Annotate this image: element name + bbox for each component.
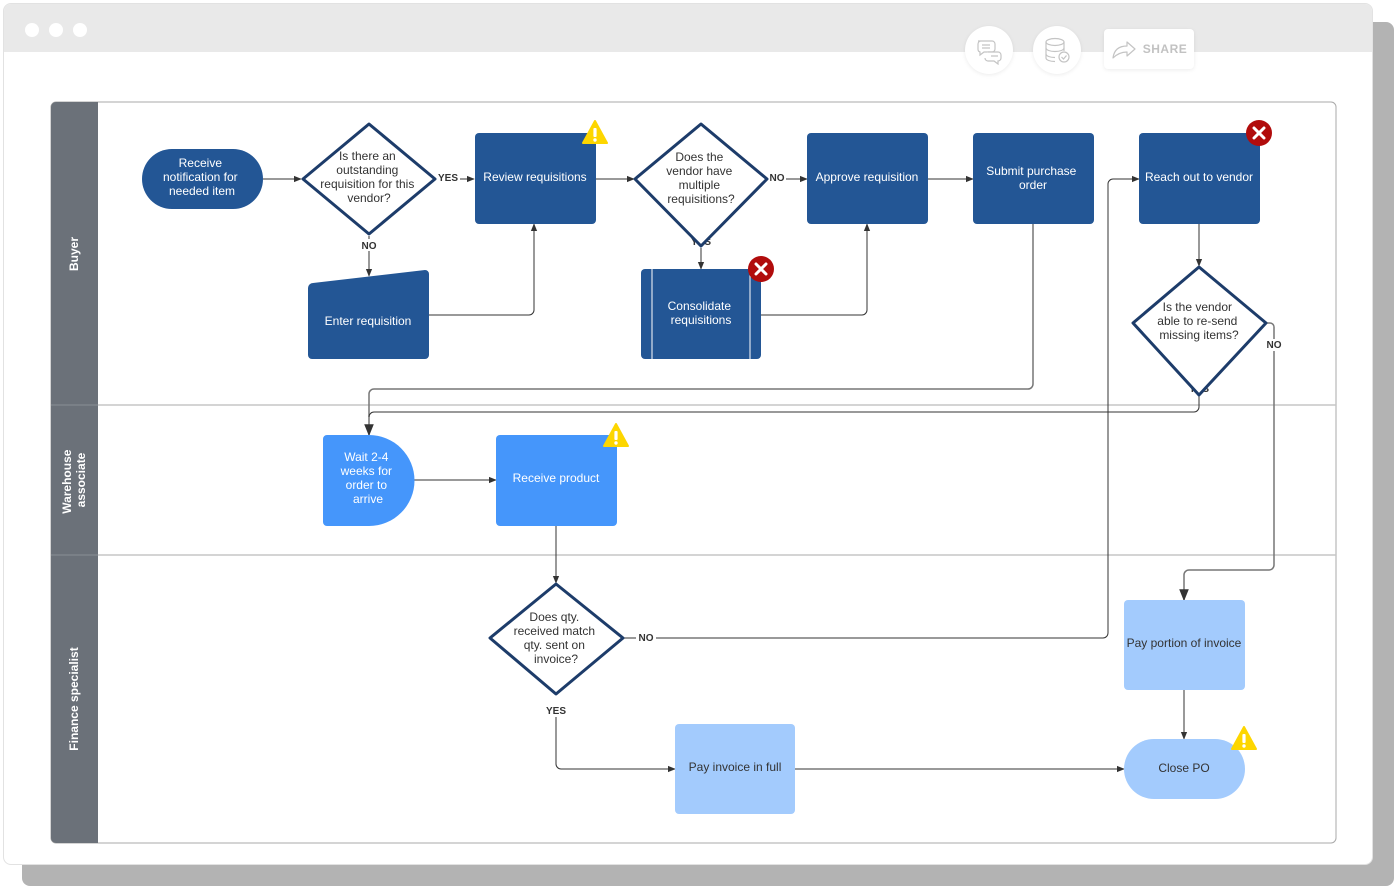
node-review-requisitions[interactable]: Review requisitions [475,133,596,224]
node-label: Consolidate requisitions [668,299,735,327]
edge-label-no: NO [1267,340,1282,351]
node-pay-portion-of-invoice[interactable]: Pay portion of invoice [1124,600,1245,690]
node-label: Reach out to vendor [1145,170,1253,184]
node-enter-requisition[interactable]: Enter requisition [308,270,429,359]
edge-label-no: NO [362,241,377,252]
node-close-po[interactable]: Close PO [1124,739,1245,799]
lane-label-line: Warehouse [60,449,74,514]
node-reach-out-to-vendor[interactable]: Reach out to vendor [1139,133,1260,224]
node-approve-requisition[interactable]: Approve requisition [807,133,928,224]
lane-label-line: associate [74,452,88,507]
node-receive-notification[interactable]: Receive notification for needed item [142,149,263,209]
swimlane-diagram: Buyer Warehouse associate Finance specia… [50,101,1337,844]
node-label: Enter requisition [325,314,412,328]
node-label: Close PO [1158,761,1209,775]
edge-label-no: NO [639,633,654,644]
error-icon[interactable] [1246,120,1272,146]
edge-label-no: NO [770,173,785,184]
node-label: Pay portion of invoice [1127,636,1242,650]
node-pay-invoice-in-full[interactable]: Pay invoice in full [675,724,795,814]
node-submit-purchase-order[interactable]: Submit purchase order [973,133,1094,224]
node-label: Pay invoice in full [689,760,782,774]
lane-label-warehouse: Warehouse associate [60,446,88,514]
error-icon[interactable] [748,256,774,282]
node-label: Approve requisition [816,170,919,184]
node-label: Receive product [513,471,600,485]
node-label: Review requisitions [483,170,586,184]
node-wait-for-order[interactable]: Wait 2-4 weeks for order to arrive [323,435,415,526]
lane-label-finance: Finance specialist [67,647,81,750]
node-consolidate-requisitions[interactable]: Consolidate requisitions [641,269,761,359]
node-receive-product[interactable]: Receive product [496,435,617,526]
edge-label-yes: YES [438,173,458,184]
lane-label-buyer: Buyer [67,237,81,271]
edge-label-yes: YES [546,706,566,717]
node-label: Is the vendor able to re-send missing it… [1157,300,1240,342]
